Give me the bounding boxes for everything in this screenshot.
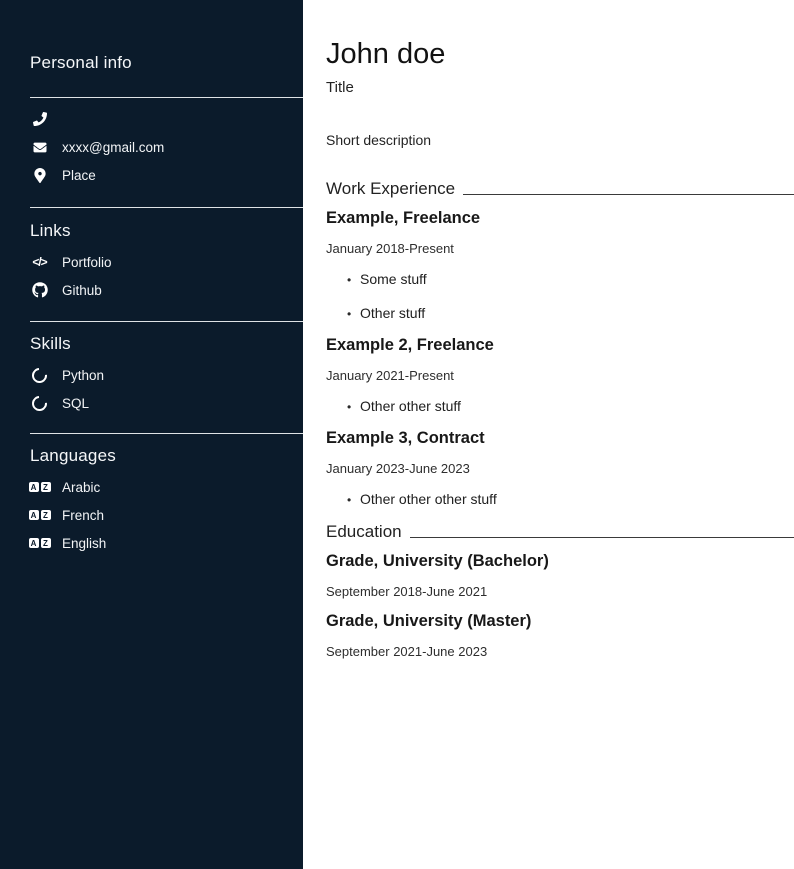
phone-icon bbox=[30, 112, 49, 126]
code-icon: </> bbox=[30, 255, 49, 269]
person-name: John doe bbox=[326, 38, 794, 70]
sidebar-heading-skills: Skills bbox=[30, 334, 303, 354]
contact-email-label: xxxx@gmail.com bbox=[62, 140, 164, 155]
link-github-label[interactable]: Github bbox=[62, 283, 102, 298]
work-experience-heading-label: Work Experience bbox=[326, 179, 455, 199]
work-entry-dates: January 2021-Present bbox=[326, 368, 794, 383]
sidebar-heading-languages: Languages bbox=[30, 446, 303, 466]
short-description: Short description bbox=[326, 132, 794, 148]
circle-notch-icon bbox=[30, 368, 49, 383]
contact-phone-row bbox=[30, 107, 303, 131]
circle-notch-icon bbox=[30, 396, 49, 411]
sidebar-heading-links: Links bbox=[30, 221, 303, 241]
bullet-item: Some stuff bbox=[360, 271, 794, 287]
resume-page: Personal info xxxx@gmail.com Place Links… bbox=[0, 0, 794, 869]
sidebar-divider bbox=[30, 207, 303, 208]
language-item: AZ English bbox=[30, 531, 303, 555]
work-entry-role: Example 2, Freelance bbox=[326, 336, 794, 355]
section-heading-education: Education bbox=[326, 522, 794, 542]
sidebar-heading-personal-info: Personal info bbox=[30, 53, 303, 73]
education-heading-label: Education bbox=[326, 522, 402, 542]
link-portfolio[interactable]: </> Portfolio bbox=[30, 250, 303, 274]
bullet-item: Other other stuff bbox=[360, 398, 794, 414]
map-marker-icon bbox=[30, 168, 49, 183]
sidebar-divider bbox=[30, 97, 303, 98]
education-entry-dates: September 2021-June 2023 bbox=[326, 644, 794, 659]
language-item: AZ Arabic bbox=[30, 475, 303, 499]
skill-item: SQL bbox=[30, 391, 303, 415]
github-icon bbox=[30, 282, 49, 298]
heading-rule bbox=[410, 537, 794, 538]
contact-email-row: xxxx@gmail.com bbox=[30, 135, 303, 159]
contact-place-row: Place bbox=[30, 163, 303, 187]
envelope-icon bbox=[30, 141, 49, 154]
work-entry-bullets: Some stuff Other stuff bbox=[326, 271, 794, 321]
language-label: French bbox=[62, 508, 104, 523]
sidebar-divider bbox=[30, 433, 303, 434]
person-title: Title bbox=[326, 79, 794, 96]
contact-place-label: Place bbox=[62, 168, 96, 183]
link-portfolio-label[interactable]: Portfolio bbox=[62, 255, 112, 270]
skill-item: Python bbox=[30, 363, 303, 387]
education-entry-degree: Grade, University (Master) bbox=[326, 612, 794, 631]
bullet-item: Other other other stuff bbox=[360, 491, 794, 507]
skill-label: SQL bbox=[62, 396, 89, 411]
work-entry-bullets: Other other other stuff bbox=[326, 491, 794, 507]
resume-body: John doe Title Short description Work Ex… bbox=[303, 0, 794, 869]
work-entry-role: Example, Freelance bbox=[326, 209, 794, 228]
sidebar-divider bbox=[30, 321, 303, 322]
education-entry-degree: Grade, University (Bachelor) bbox=[326, 552, 794, 571]
heading-rule bbox=[463, 194, 794, 195]
language-icon: AZ bbox=[30, 538, 49, 548]
language-label: Arabic bbox=[62, 480, 100, 495]
work-entry-dates: January 2018-Present bbox=[326, 241, 794, 256]
language-label: English bbox=[62, 536, 106, 551]
language-item: AZ French bbox=[30, 503, 303, 527]
section-heading-work-experience: Work Experience bbox=[326, 179, 794, 199]
work-entry-dates: January 2023-June 2023 bbox=[326, 461, 794, 476]
link-github[interactable]: Github bbox=[30, 278, 303, 302]
language-icon: AZ bbox=[30, 482, 49, 492]
language-icon: AZ bbox=[30, 510, 49, 520]
education-entry-dates: September 2018-June 2021 bbox=[326, 584, 794, 599]
work-entry-role: Example 3, Contract bbox=[326, 429, 794, 448]
bullet-item: Other stuff bbox=[360, 305, 794, 321]
sidebar: Personal info xxxx@gmail.com Place Links… bbox=[0, 0, 303, 869]
skill-label: Python bbox=[62, 368, 104, 383]
work-entry-bullets: Other other stuff bbox=[326, 398, 794, 414]
